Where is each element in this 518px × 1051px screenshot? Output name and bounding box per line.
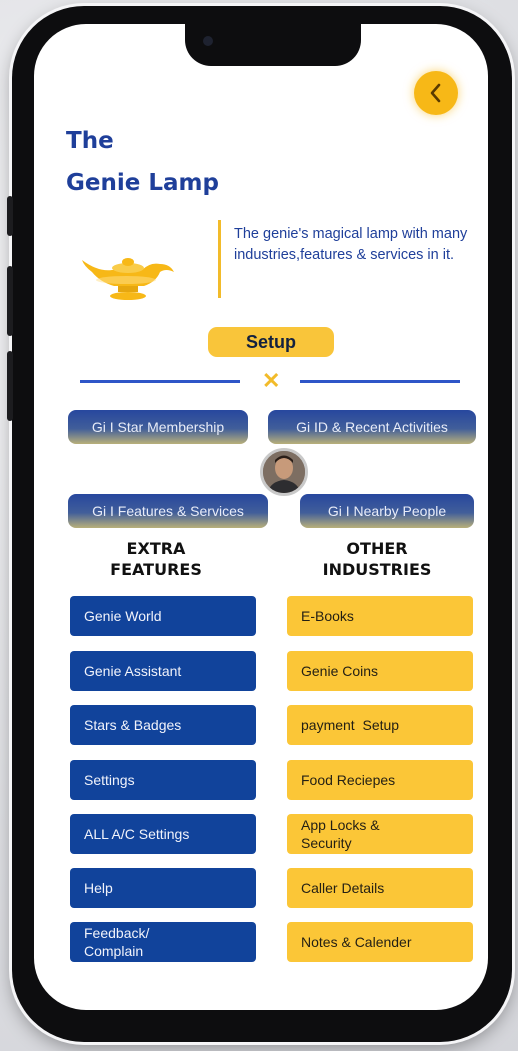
notch: [185, 24, 361, 66]
back-button[interactable]: [414, 71, 458, 115]
notes-calendar-button[interactable]: Notes & Calender: [287, 922, 473, 962]
ebooks-button[interactable]: E-Books: [287, 596, 473, 636]
genie-world-button[interactable]: Genie World: [70, 596, 256, 636]
extra-features-heading: EXTRA FEATURES: [110, 539, 202, 579]
divider-right: [300, 380, 460, 383]
features-services-button[interactable]: Gi I Features & Services: [68, 494, 268, 528]
other-industries-heading: OTHER INDUSTRIES: [322, 539, 432, 579]
divider-left: [80, 380, 240, 383]
app-locks-security-button[interactable]: App Locks & Security: [287, 814, 473, 854]
genie-assistant-button[interactable]: Genie Assistant: [70, 651, 256, 691]
caller-details-button[interactable]: Caller Details: [287, 868, 473, 908]
magic-lamp-icon: [82, 258, 174, 300]
food-recipes-button[interactable]: Food Reciepes: [287, 760, 473, 800]
avatar[interactable]: [260, 448, 308, 496]
payment-setup-button[interactable]: payment Setup: [287, 705, 473, 745]
app-description: The genie's magical lamp with many indus…: [234, 226, 468, 263]
stars-badges-button[interactable]: Stars & Badges: [70, 705, 256, 745]
side-button: [7, 351, 13, 421]
setup-button[interactable]: Setup: [208, 327, 334, 357]
side-button: [7, 196, 13, 236]
settings-button[interactable]: Settings: [70, 760, 256, 800]
nearby-people-button[interactable]: Gi I Nearby People: [300, 494, 474, 528]
star-membership-button[interactable]: Gi I Star Membership: [68, 410, 248, 444]
feedback-complain-button[interactable]: Feedback/ Complain: [70, 922, 256, 962]
page-title-line2: Genie Lamp: [66, 170, 219, 196]
chevron-left-icon: [430, 83, 441, 103]
camera-icon: [203, 36, 213, 46]
all-ac-settings-button[interactable]: ALL A/C Settings: [70, 814, 256, 854]
genie-coins-button[interactable]: Genie Coins: [287, 651, 473, 691]
help-button[interactable]: Help: [70, 868, 256, 908]
user-photo-icon: [263, 451, 305, 493]
vertical-divider: [218, 220, 221, 298]
x-icon: ✕: [262, 368, 281, 393]
id-recent-activities-button[interactable]: Gi ID & Recent Activities: [268, 410, 476, 444]
side-button: [7, 266, 13, 336]
page-title-line1: The: [66, 128, 114, 154]
app-screen: The Genie Lamp The genie's magical lamp …: [34, 24, 488, 1010]
